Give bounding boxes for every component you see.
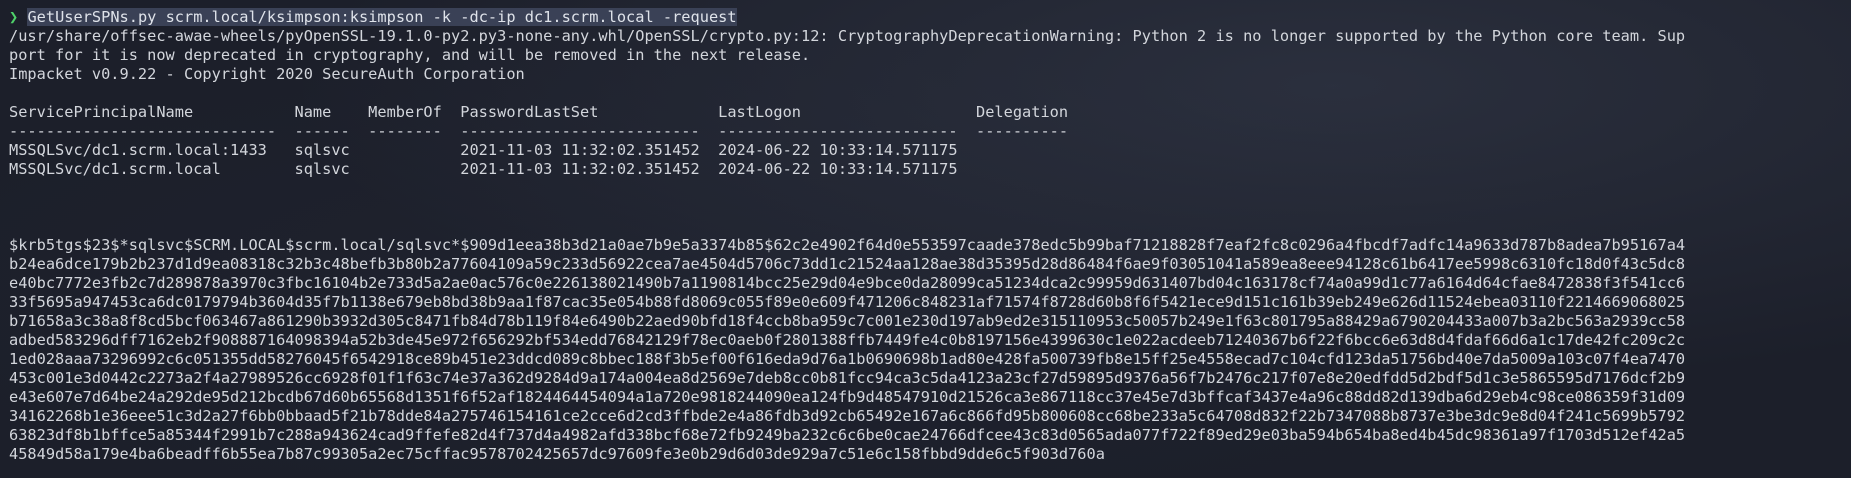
tgs-hash-line: 453c001e3d0442c2273a2f4a27989526cc6928f0… [9, 369, 1686, 387]
prompt-chevron-icon: ❯ [9, 8, 19, 26]
spn-table-row: MSSQLSvc/dc1.scrm.local sqlsvc 2021-11-0… [9, 160, 958, 178]
command-text[interactable]: GetUserSPNs.py scrm.local/ksimpson:ksimp… [27, 8, 737, 26]
tgs-hash-line: 45849d58a179e4ba6beadff6b55ea7b87c99305a… [9, 445, 1105, 463]
spn-table-row: MSSQLSvc/dc1.scrm.local:1433 sqlsvc 2021… [9, 141, 958, 159]
tgs-hash-line: $krb5tgs$23$*sqlsvc$SCRM.LOCAL$scrm.loca… [9, 236, 1686, 254]
warning-line: port for it is now deprecated in cryptog… [9, 46, 811, 64]
tgs-hash-line: 34162268b1e36eee51c3d2a27f6bb0bbaad5f21b… [9, 407, 1686, 425]
tgs-hash-line: e43e607e7d64be24a292de95d212bcdb67d60b65… [9, 388, 1686, 406]
impacket-banner: Impacket v0.9.22 - Copyright 2020 Secure… [9, 65, 525, 83]
command-line: ❯ GetUserSPNs.py scrm.local/ksimpson:ksi… [9, 8, 1851, 27]
tgs-hash-line: b24ea6dce179b2b237d1d9ea08318c32b3c48bef… [9, 255, 1686, 273]
tgs-hash-line: 33f5695a947453ca6dc0179794b3604d35f7b113… [9, 293, 1686, 311]
terminal-window[interactable]: ❯ GetUserSPNs.py scrm.local/ksimpson:ksi… [0, 0, 1851, 478]
tgs-hash-line: e40bc7772e3fb2c7d289878a3970c3fbc16104b2… [9, 274, 1686, 292]
tgs-hash-line: b71658a3c38a8f8cd5bcf063467a861290b3932d… [9, 312, 1686, 330]
warning-line: /usr/share/offsec-awae-wheels/pyOpenSSL-… [9, 27, 1686, 45]
spn-table-header: ServicePrincipalName Name MemberOf Passw… [9, 103, 1069, 121]
tgs-hash-line: 63823df8b1bffce5a85344f2991b7c288a943624… [9, 426, 1686, 444]
tgs-hash-line: 1ed028aaa73296992c6c051355dd58276045f654… [9, 350, 1686, 368]
spn-table-separator: ----------------------------- ------ ---… [9, 122, 1069, 140]
tgs-hash-line: adbed583296dff7162eb2f908887164098394a52… [9, 331, 1686, 349]
